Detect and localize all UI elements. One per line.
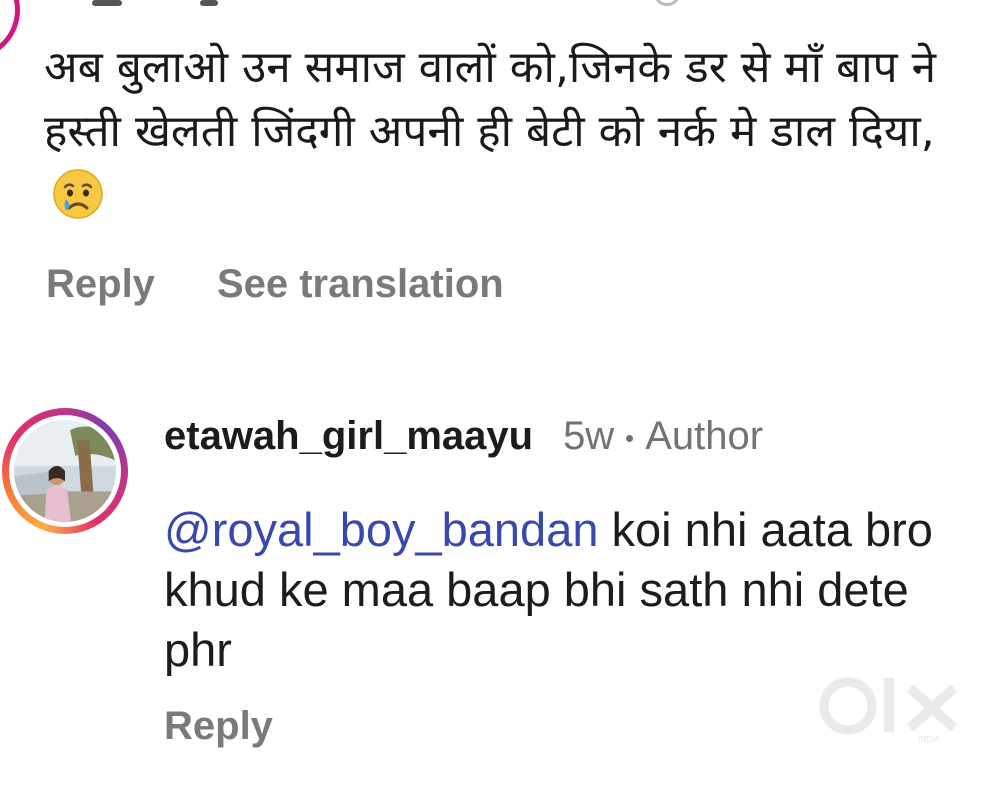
previous-comment-header-cropped bbox=[0, 0, 1000, 14]
reply-actions: Reply bbox=[164, 704, 273, 749]
mention-link[interactable]: @royal_boy_bandan bbox=[164, 503, 598, 556]
reply-text: @royal_boy_bandan koi nhi aata bro khud … bbox=[164, 500, 974, 680]
heart-icon[interactable] bbox=[655, 0, 679, 6]
reply-button[interactable]: Reply bbox=[164, 704, 273, 748]
comment-text: अब बुलाओ उन समाज वालों को,जिनके डर से मा… bbox=[44, 36, 964, 228]
profile-photo bbox=[14, 420, 116, 522]
reply-button[interactable]: Reply bbox=[46, 262, 155, 307]
author-badge: Author bbox=[645, 414, 764, 458]
watermark-subtext: INDIA bbox=[918, 735, 940, 744]
comment-meta: 5w Author bbox=[563, 414, 763, 459]
reply-header: etawah_girl_maayu 5w Author bbox=[164, 414, 763, 459]
comments-screen: अब बुलाओ उन समाज वालों को,जिनके डर से मा… bbox=[0, 0, 1000, 791]
avatar-ring-cropped[interactable] bbox=[0, 0, 20, 60]
comment-body: अब बुलाओ उन समाज वालों को,जिनके डर से मा… bbox=[44, 42, 937, 157]
separator-dot bbox=[626, 434, 634, 442]
crying-face-icon bbox=[53, 169, 103, 219]
timestamp: 5w bbox=[563, 414, 615, 458]
olx-watermark: INDIA bbox=[818, 672, 966, 744]
avatar[interactable] bbox=[2, 408, 128, 534]
username[interactable]: etawah_girl_maayu bbox=[164, 414, 533, 459]
see-translation-button[interactable]: See translation bbox=[217, 262, 504, 307]
comment-actions: Reply See translation bbox=[46, 262, 504, 307]
